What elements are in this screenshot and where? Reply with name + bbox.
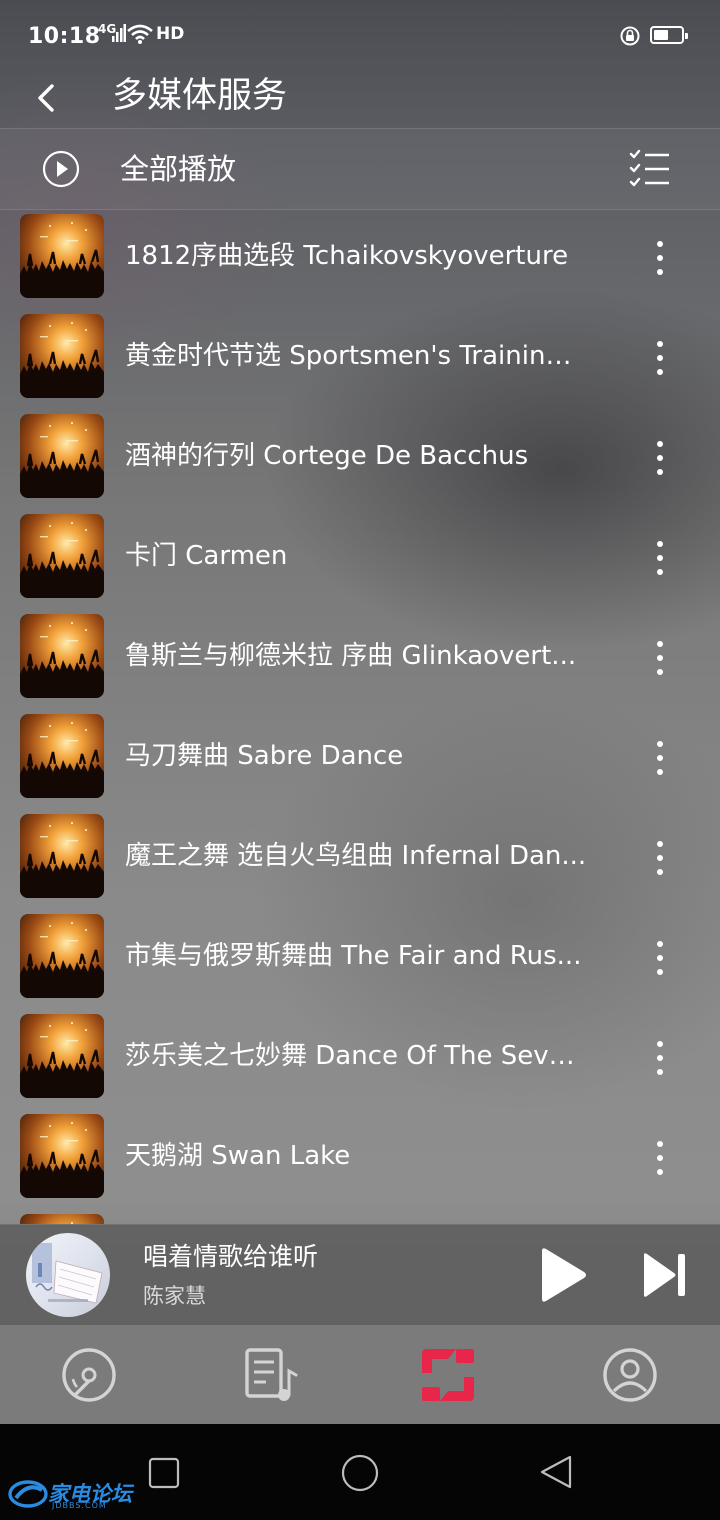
album-cover — [20, 1214, 104, 1224]
song-title[interactable]: 酒神的行列 Cortege De Bacchus — [125, 436, 587, 476]
song-title[interactable]: 卡门 Carmen — [125, 536, 587, 576]
album-cover — [20, 714, 104, 798]
song-row[interactable]: 市集与俄罗斯舞曲 The Fair and Rus... — [0, 908, 720, 1008]
album-cover — [20, 314, 104, 398]
playlist-icon[interactable] — [242, 1345, 302, 1405]
song-row[interactable]: 酒神的行列 Cortege De Bacchus — [0, 408, 720, 508]
now-playing-title: 唱着情歌给谁听 — [143, 1242, 319, 1271]
recent-apps-icon[interactable] — [148, 1457, 180, 1489]
more-options-icon[interactable] — [648, 238, 672, 278]
more-options-icon[interactable] — [648, 838, 672, 878]
mini-player[interactable]: 唱着情歌给谁听 陈家慧 — [0, 1224, 720, 1325]
more-options-icon[interactable] — [648, 1138, 672, 1178]
more-options-icon[interactable] — [648, 738, 672, 778]
song-row[interactable]: 魔王之舞 选自火鸟组曲 Infernal Dan... — [0, 808, 720, 908]
play-circle-icon[interactable] — [42, 150, 80, 188]
album-cover — [20, 414, 104, 498]
song-title[interactable]: 马刀舞曲 Sabre Dance — [125, 736, 587, 776]
watermark: 家电论坛 JDBBS.COM — [8, 1476, 136, 1512]
status-bar: 10:18 4G HD — [0, 0, 720, 70]
album-cover — [20, 214, 104, 298]
play-all-bar[interactable]: 全部播放 — [0, 128, 720, 210]
play-all-label[interactable]: 全部播放 — [120, 149, 236, 189]
song-row[interactable]: 1812序曲选段 Tchaikovskyoverture — [0, 208, 720, 308]
song-row[interactable]: 黄金时代节选 Sportsmen's Training ... — [0, 308, 720, 408]
song-row[interactable]: 天鹅湖 Swan Lake — [0, 1108, 720, 1208]
next-track-icon[interactable] — [640, 1251, 688, 1299]
song-title[interactable]: 1812序曲选段 Tchaikovskyoverture — [125, 236, 587, 276]
song-title[interactable]: 天鹅湖 Swan Lake — [125, 1136, 587, 1176]
more-options-icon[interactable] — [648, 938, 672, 978]
now-playing-artist: 陈家慧 — [143, 1284, 206, 1308]
album-cover — [20, 1114, 104, 1198]
song-list[interactable]: 1812序曲选段 Tchaikovskyoverture 黄金时代节选 Sport… — [0, 208, 720, 1224]
app-header: 多媒体服务 — [0, 70, 720, 128]
song-row[interactable]: 鲁斯兰与柳德米拉 序曲 Glinkaovert... — [0, 608, 720, 708]
status-time: 10:18 — [28, 24, 101, 49]
battery-icon — [650, 26, 688, 44]
song-row[interactable]: 卡门 Carmen — [0, 508, 720, 608]
album-cover — [20, 614, 104, 698]
more-options-icon[interactable] — [648, 638, 672, 678]
more-options-icon[interactable] — [648, 438, 672, 478]
home-icon[interactable] — [340, 1453, 380, 1493]
more-options-icon[interactable] — [648, 338, 672, 378]
more-options-icon[interactable] — [648, 538, 672, 578]
play-icon[interactable] — [536, 1247, 588, 1303]
wifi-icon — [127, 24, 153, 44]
album-cover — [20, 1014, 104, 1098]
song-title[interactable]: 鲁斯兰与柳德米拉 序曲 Glinkaovert... — [125, 636, 587, 676]
back-arrow-icon[interactable] — [30, 78, 70, 118]
multi-select-icon[interactable] — [628, 149, 672, 189]
more-options-icon[interactable] — [648, 1038, 672, 1078]
profile-icon[interactable] — [600, 1345, 660, 1405]
song-title[interactable]: 黄金时代节选 Sportsmen's Training ... — [125, 336, 587, 376]
song-row[interactable] — [0, 1208, 720, 1224]
song-title[interactable]: 市集与俄罗斯舞曲 The Fair and Rus... — [125, 936, 587, 976]
sync-icon[interactable] — [418, 1345, 478, 1405]
rotation-lock-icon — [620, 26, 640, 46]
watermark-logo-icon — [8, 1480, 48, 1508]
song-title[interactable]: 魔王之舞 选自火鸟组曲 Infernal Dan... — [125, 836, 587, 876]
song-row[interactable]: 马刀舞曲 Sabre Dance — [0, 708, 720, 808]
song-row[interactable]: 莎乐美之七妙舞 Dance Of The Seve... — [0, 1008, 720, 1108]
bottom-tab-bar — [0, 1325, 720, 1424]
disc-icon[interactable] — [59, 1345, 119, 1405]
hd-indicator: HD — [156, 24, 185, 44]
watermark-subtext: JDBBS.COM — [52, 1501, 107, 1510]
now-playing-cover[interactable] — [26, 1233, 110, 1317]
signal-icon — [112, 24, 126, 42]
album-cover — [20, 514, 104, 598]
back-nav-icon[interactable] — [538, 1454, 574, 1490]
album-cover — [20, 914, 104, 998]
album-cover — [20, 814, 104, 898]
song-title[interactable]: 莎乐美之七妙舞 Dance Of The Seve... — [125, 1036, 587, 1076]
page-title: 多媒体服务 — [112, 76, 288, 116]
